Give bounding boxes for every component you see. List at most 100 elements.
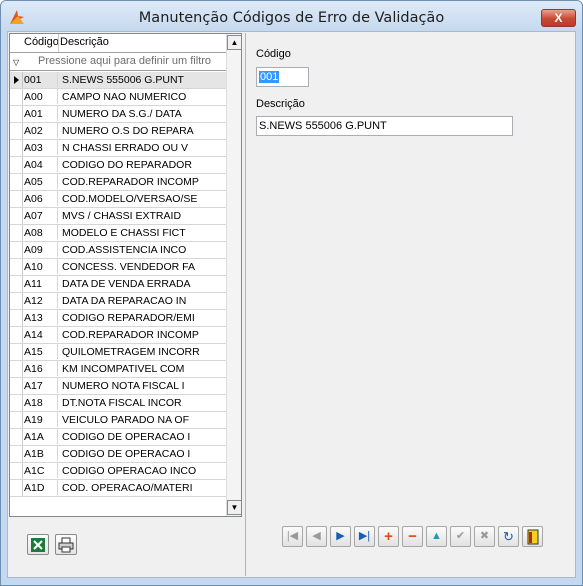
row-indicator (10, 259, 23, 275)
exit-door-icon (527, 529, 538, 545)
cell-descricao: QUILOMETRAGEM INCORR (62, 346, 200, 358)
table-row[interactable]: 001 S.NEWS 555006 G.PUNT (10, 72, 226, 89)
cell-codigo: A11 (24, 276, 58, 291)
table-row[interactable]: A1A CODIGO DE OPERACAO I (10, 429, 226, 446)
table-row[interactable]: A1B CODIGO DE OPERACAO I (10, 446, 226, 463)
cell-codigo: A12 (24, 293, 58, 308)
exit-button[interactable] (522, 526, 543, 547)
cell-codigo: A14 (24, 327, 58, 342)
cell-codigo: A1C (24, 463, 58, 478)
cell-descricao: MODELO E CHASSI FICT (62, 227, 186, 239)
row-indicator (10, 412, 23, 428)
scroll-up-icon[interactable]: ▲ (227, 35, 241, 50)
row-indicator (10, 276, 23, 292)
refresh-button[interactable]: ↻ (498, 526, 519, 547)
cell-descricao: CODIGO DE OPERACAO I (62, 431, 191, 443)
last-record-button[interactable]: ▶| (354, 526, 375, 547)
codes-grid[interactable]: Código Descrição ▽ Pressione aqui para d… (9, 33, 242, 517)
cell-codigo: A04 (24, 157, 58, 172)
cell-codigo: A19 (24, 412, 58, 427)
filter-row[interactable]: ▽ Pressione aqui para definir um filtro (10, 53, 241, 71)
first-icon: |◀ (286, 530, 299, 542)
cell-descricao: CAMPO NAO NUMERICO (62, 91, 187, 103)
table-row[interactable]: A00 CAMPO NAO NUMERICO (10, 89, 226, 106)
row-indicator (10, 191, 23, 207)
table-row[interactable]: A03 N CHASSI ERRADO OU V (10, 140, 226, 157)
table-row[interactable]: A1C CODIGO OPERACAO INCO (10, 463, 226, 480)
cell-codigo: A1A (24, 429, 58, 444)
cell-descricao: KM INCOMPATIVEL COM (62, 363, 185, 375)
row-indicator (10, 344, 23, 360)
cell-codigo: A02 (24, 123, 58, 138)
print-button[interactable] (55, 534, 77, 555)
table-row[interactable]: A18 DT.NOTA FISCAL INCOR (10, 395, 226, 412)
client-area: Código Descrição ▽ Pressione aqui para d… (7, 31, 576, 578)
insert-record-button[interactable]: + (378, 526, 399, 547)
table-row[interactable]: A06 COD.MODELO/VERSAO/SE (10, 191, 226, 208)
table-row[interactable]: A05 COD.REPARADOR INCOMP (10, 174, 226, 191)
table-row[interactable]: A09 COD.ASSISTENCIA INCO (10, 242, 226, 259)
table-row[interactable]: A07 MVS / CHASSI EXTRAID (10, 208, 226, 225)
column-header-codigo[interactable]: Código (24, 36, 59, 48)
table-row[interactable]: A17 NUMERO NOTA FISCAL I (10, 378, 226, 395)
grid-header: Código Descrição (10, 34, 226, 53)
cell-codigo: A09 (24, 242, 58, 257)
cell-codigo: A05 (24, 174, 58, 189)
table-row[interactable]: A08 MODELO E CHASSI FICT (10, 225, 226, 242)
table-row[interactable]: A13 CODIGO REPARADOR/EMI (10, 310, 226, 327)
next-record-button[interactable]: ▶ (330, 526, 351, 547)
navigation-bar: |◀ ◀ ▶ ▶| + − ▲ ✔ ✖ ↻ (282, 526, 552, 548)
post-record-button[interactable]: ✔ (450, 526, 471, 547)
filter-funnel-icon: ▽ (13, 58, 20, 67)
cell-codigo: A07 (24, 208, 58, 223)
cell-codigo: A01 (24, 106, 58, 121)
cell-codigo: A13 (24, 310, 58, 325)
up-triangle-icon: ▲ (431, 530, 442, 542)
codigo-field[interactable]: 001 (256, 67, 309, 87)
descricao-label: Descrição (256, 98, 305, 110)
descricao-field[interactable]: S.NEWS 555006 G.PUNT (256, 116, 513, 136)
edit-record-button[interactable]: ▲ (426, 526, 447, 547)
print-icon (58, 537, 74, 553)
cell-descricao: DATA DA REPARACAO IN (62, 295, 187, 307)
table-row[interactable]: A16 KM INCOMPATIVEL COM (10, 361, 226, 378)
table-row[interactable]: A04 CODIGO DO REPARADOR (10, 157, 226, 174)
cell-descricao: COD.ASSISTENCIA INCO (62, 244, 187, 256)
table-row[interactable]: A1D COD. OPERACAO/MATERI (10, 480, 226, 497)
row-indicator (10, 106, 23, 122)
row-indicator (10, 89, 23, 105)
cell-descricao: NUMERO DA S.G./ DATA (62, 108, 182, 120)
minus-icon: − (408, 528, 417, 545)
cell-codigo: A1B (24, 446, 58, 461)
row-indicator (10, 123, 23, 139)
vertical-scrollbar[interactable]: ▲ ▼ (226, 34, 241, 516)
close-button[interactable]: X (541, 9, 576, 27)
table-row[interactable]: A10 CONCESS. VENDEDOR FA (10, 259, 226, 276)
row-indicator (10, 140, 23, 156)
table-row[interactable]: A12 DATA DA REPARACAO IN (10, 293, 226, 310)
export-excel-button[interactable] (27, 534, 49, 555)
row-indicator (10, 327, 23, 343)
cell-codigo: A17 (24, 378, 58, 393)
delete-record-button[interactable]: − (402, 526, 423, 547)
title-bar: Manutenção Códigos de Erro de Validação … (1, 1, 582, 31)
table-row[interactable]: A11 DATA DE VENDA ERRADA (10, 276, 226, 293)
cell-codigo: A1D (24, 480, 58, 495)
cell-descricao: NUMERO NOTA FISCAL I (62, 380, 185, 392)
cancel-icon: ✖ (479, 530, 490, 542)
cell-descricao: CODIGO OPERACAO INCO (62, 465, 197, 477)
prior-record-button[interactable]: ◀ (306, 526, 327, 547)
table-row[interactable]: A01 NUMERO DA S.G./ DATA (10, 106, 226, 123)
cancel-record-button[interactable]: ✖ (474, 526, 495, 547)
scroll-down-icon[interactable]: ▼ (227, 500, 241, 515)
table-row[interactable]: A02 NUMERO O.S DO REPARA (10, 123, 226, 140)
cell-descricao: COD. OPERACAO/MATERI (62, 482, 193, 494)
column-header-descricao[interactable]: Descrição (60, 36, 109, 48)
cell-descricao: COD.REPARADOR INCOMP (62, 329, 199, 341)
table-row[interactable]: A19 VEICULO PARADO NA OF (10, 412, 226, 429)
table-row[interactable]: A15 QUILOMETRAGEM INCORR (10, 344, 226, 361)
cell-descricao: CODIGO REPARADOR/EMI (62, 312, 195, 324)
first-record-button[interactable]: |◀ (282, 526, 303, 547)
table-row[interactable]: A14 COD.REPARADOR INCOMP (10, 327, 226, 344)
row-indicator (10, 361, 23, 377)
